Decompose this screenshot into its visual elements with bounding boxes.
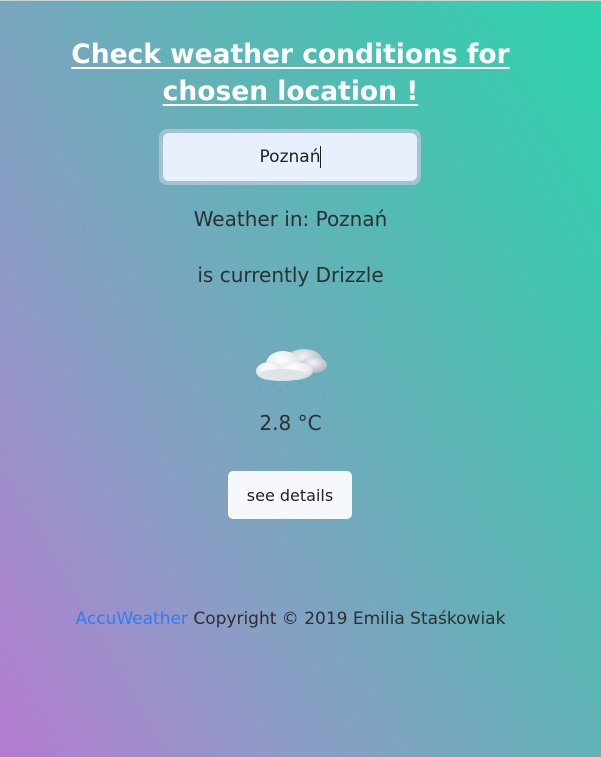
accuweather-link[interactable]: AccuWeather <box>76 609 188 629</box>
copyright-text: Copyright © 2019 Emilia Staśkowiak <box>187 609 506 629</box>
top-border <box>0 0 601 1</box>
drizzle-cloud-icon <box>256 349 327 399</box>
text-cursor <box>320 146 321 168</box>
temperature-value: 2.8 °C <box>259 411 322 435</box>
weather-condition-text: is currently Drizzle <box>197 263 384 287</box>
weather-location-label: Weather in: Poznań <box>193 207 388 231</box>
search-field-wrapper <box>159 129 421 185</box>
see-details-button[interactable]: see details <box>228 471 352 519</box>
location-search-input[interactable] <box>163 133 417 181</box>
rain-drops <box>258 382 325 399</box>
page-title: Check weather conditions for chosen loca… <box>71 39 510 107</box>
footer: AccuWeather Copyright © 2019 Emilia Staś… <box>0 607 581 631</box>
